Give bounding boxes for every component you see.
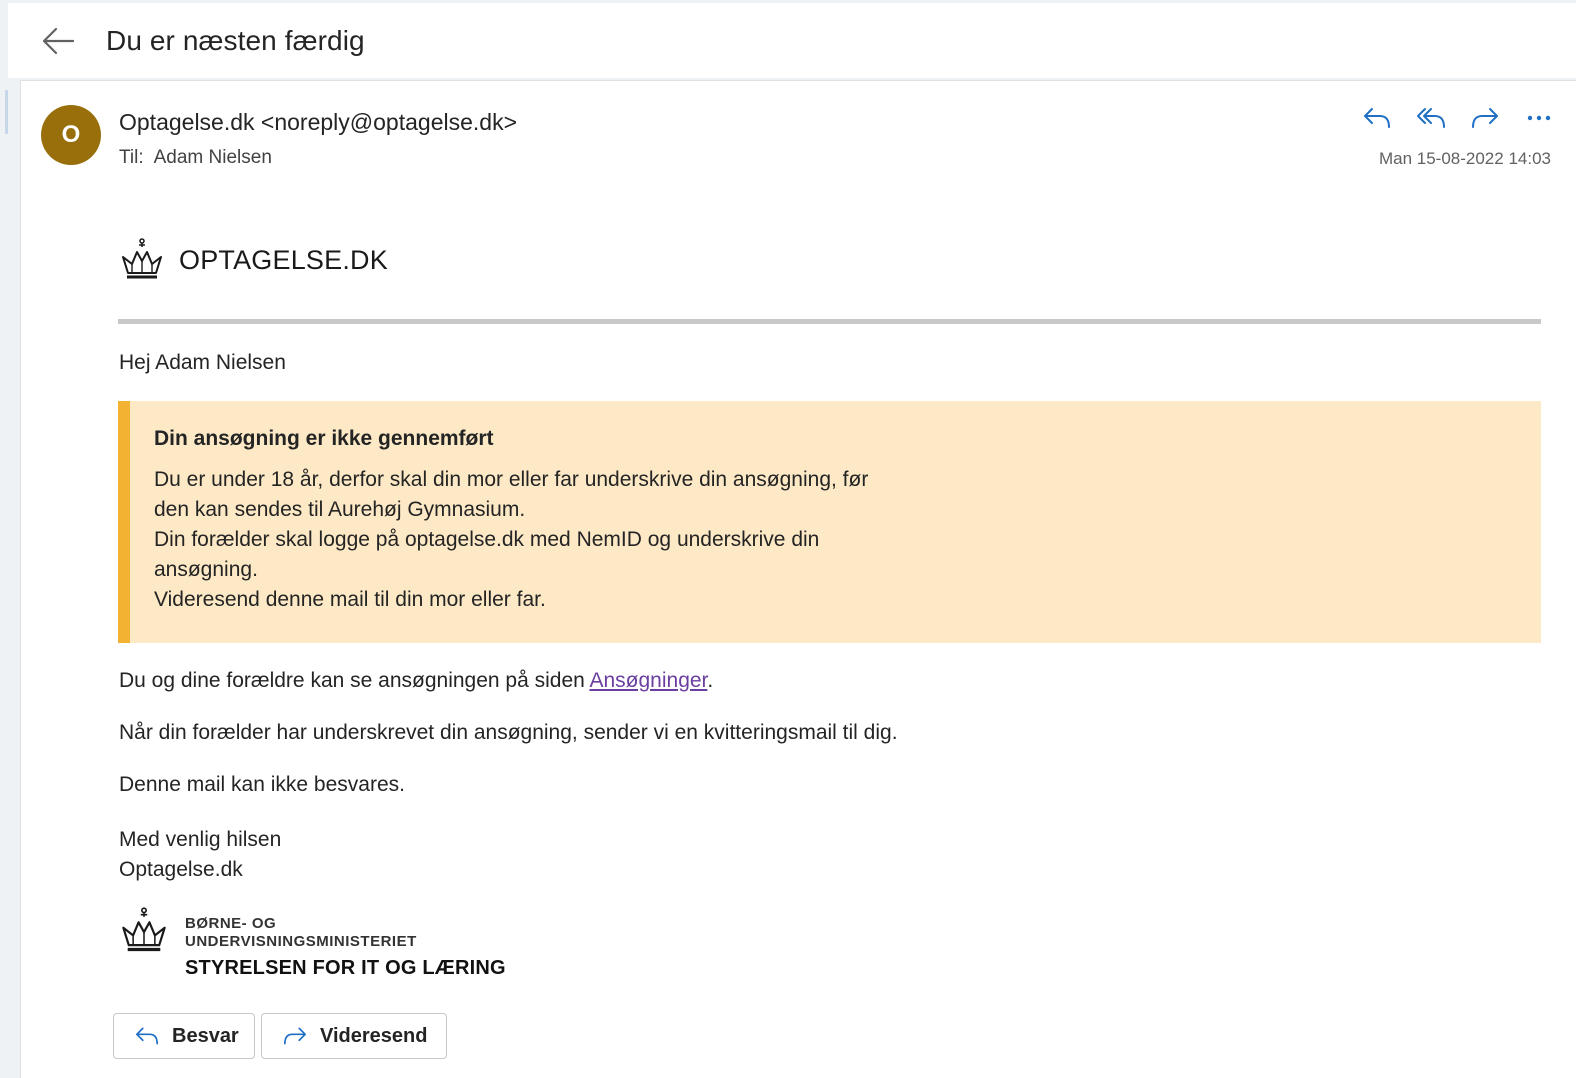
ministry-line-2: UNDERVISNINGSMINISTERIET <box>185 933 417 950</box>
gutter-marker <box>5 90 8 134</box>
notice-line: Videresend denne mail til din mor eller … <box>154 588 546 611</box>
reply-icon <box>1364 108 1390 128</box>
reply-footer-button[interactable]: Besvar <box>113 1013 255 1059</box>
message-actions <box>1357 101 1559 135</box>
to-label: Til: <box>119 147 144 168</box>
applications-paragraph: Du og dine forældre kan se ansøgningen p… <box>119 669 713 693</box>
forward-label: Videresend <box>320 1024 428 1047</box>
crown-icon <box>122 238 162 279</box>
no-reply-paragraph: Denne mail kan ikke besvares. <box>119 773 405 796</box>
notice-line: ansøgning. <box>154 558 258 581</box>
forward-icon <box>284 1027 307 1045</box>
back-button[interactable] <box>36 21 80 61</box>
forward-footer-button[interactable]: Videresend <box>261 1013 447 1059</box>
more-icon <box>1527 115 1551 121</box>
closing: Med venlig hilsen Optagelse.dk <box>119 825 281 885</box>
notice-line: Du er under 18 år, derfor skal din mor e… <box>154 468 869 491</box>
closing-greeting: Med venlig hilsen <box>119 828 282 851</box>
forward-button[interactable] <box>1465 101 1505 135</box>
receipt-paragraph: Når din forælder har underskrevet din an… <box>119 721 898 744</box>
notice-line: den kan sendes til Aurehøj Gymnasium. <box>154 498 526 521</box>
reading-pane-header: Du er næsten færdig <box>8 3 1576 78</box>
received-date: Man 15-08-2022 14:03 <box>1378 149 1551 168</box>
avatar[interactable]: O <box>41 105 101 165</box>
ministry-text: BØRNE- OG UNDERVISNINGSMINISTERIET STYRE… <box>185 915 506 980</box>
email-message: O Optagelse.dk <noreply@optagelse.dk> Ti… <box>20 80 1576 1078</box>
more-actions-button[interactable] <box>1519 101 1559 135</box>
closing-signature: Optagelse.dk <box>119 858 243 881</box>
para-punct: . <box>707 669 714 692</box>
notice-line: Din forælder skal logge på optagelse.dk … <box>154 528 820 551</box>
reply-label: Besvar <box>172 1024 239 1047</box>
divider <box>118 319 1541 324</box>
ministry-line-1: BØRNE- OG <box>185 915 277 932</box>
notice-body: Du er under 18 år, derfor skal din mor e… <box>154 465 934 615</box>
recipient-line: Til: Adam Nielsen <box>119 147 272 169</box>
applications-link[interactable]: Ansøgninger <box>589 669 707 692</box>
arrow-left-icon <box>42 27 75 55</box>
notice-title: Din ansøgning er ikke gennemført <box>154 427 494 450</box>
reply-icon <box>136 1027 158 1045</box>
warning-notice: Din ansøgning er ikke gennemført Du er u… <box>118 401 1541 643</box>
optagelse-logo: OPTAGELSE.DK <box>119 237 388 283</box>
sender-address[interactable]: Optagelse.dk <noreply@optagelse.dk> <box>119 109 517 136</box>
greeting: Hej Adam Nielsen <box>119 351 286 374</box>
reply-all-icon <box>1417 108 1445 128</box>
email-subject: Du er næsten færdig <box>106 25 365 56</box>
para-text: Du og dine forældre kan se ansøgningen p… <box>119 669 590 692</box>
recipient-name[interactable]: Adam Nielsen <box>154 147 272 168</box>
crown-icon <box>122 907 166 952</box>
logo-text: OPTAGELSE.DK <box>179 244 388 275</box>
reply-all-button[interactable] <box>1411 101 1451 135</box>
left-gutter <box>0 78 10 1078</box>
forward-icon <box>1472 108 1498 128</box>
reply-button[interactable] <box>1357 101 1397 135</box>
agency-name: STYRELSEN FOR IT OG LÆRING <box>185 957 506 979</box>
ministry-logo: BØRNE- OG UNDERVISNINGSMINISTERIET STYRE… <box>119 906 506 980</box>
